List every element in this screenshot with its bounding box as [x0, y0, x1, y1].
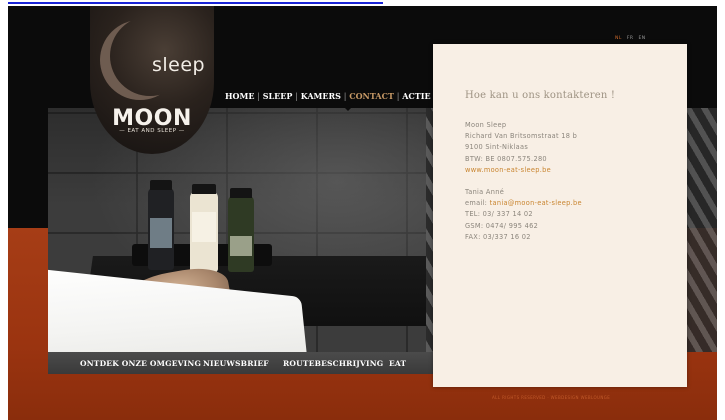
- vat-number: BTW: BE 0807.575.280: [465, 154, 547, 163]
- bottle-icon: [148, 180, 174, 270]
- website-link[interactable]: www.moon-eat-sleep.be: [465, 165, 582, 176]
- bottom-nav-item-routebeschrijving[interactable]: ROUTEBESCHRIJVING: [283, 359, 383, 368]
- company-name: Moon Sleep: [465, 121, 507, 129]
- logo-tagline: — EAT AND SLEEP —: [119, 128, 185, 134]
- bottom-nav-item-nieuwsbrief[interactable]: NIEUWSBRIEF: [203, 359, 269, 368]
- moon-sleep-logo[interactable]: sleep MOON — EAT AND SLEEP —: [90, 6, 214, 154]
- nav-separator: |: [295, 92, 298, 101]
- lang-en[interactable]: EN: [638, 36, 645, 41]
- contact-person: Tania Anné: [465, 188, 505, 197]
- logo-sleep-text: sleep: [152, 54, 206, 76]
- email-label: email:: [465, 199, 490, 208]
- email-line: email: tania@moon-eat-sleep.be: [465, 198, 582, 209]
- contact-panel: Hoe kan u ons kontakteren ! Moon Sleep R…: [433, 44, 687, 387]
- bottle-icon: [190, 184, 218, 272]
- telephone: TEL: 03/ 337 14 02: [465, 210, 533, 219]
- nav-home[interactable]: HOME: [225, 91, 254, 101]
- bottom-nav: ONTDEK ONZE OMGEVING NIEUWSBRIEF ROUTEBE…: [48, 352, 433, 374]
- city-address: 9100 Sint-Niklaas: [465, 143, 529, 152]
- footer-credits[interactable]: ALL RIGHTS RESERVED · WEBDESIGN WEBLOUNG…: [492, 395, 610, 400]
- gsm: GSM: 0474/ 995 462: [465, 221, 539, 230]
- nav-actie[interactable]: ACTIE: [402, 91, 430, 101]
- bottom-nav-item-ontdek[interactable]: ONTDEK ONZE OMGEVING: [80, 359, 201, 368]
- nav-kamers[interactable]: KAMERS: [301, 91, 341, 101]
- nav-separator: |: [396, 92, 400, 101]
- hero-photo: [48, 108, 433, 352]
- page-canvas: ONTDEK ONZE OMGEVING NIEUWSBRIEF ROUTEBE…: [8, 6, 717, 420]
- fax: FAX: 03/337 16 02: [465, 232, 531, 241]
- bottom-nav-item-eat[interactable]: EAT: [389, 359, 406, 368]
- nav-separator: |: [257, 92, 260, 101]
- nav-sleep[interactable]: SLEEP: [263, 91, 293, 101]
- bottle-icon: [228, 188, 254, 272]
- language-switcher: NL FR EN: [615, 36, 649, 41]
- top-link-bar[interactable]: [8, 0, 383, 4]
- contact-title: Hoe kan u ons kontakteren !: [465, 90, 616, 101]
- nav-contact[interactable]: CONTACT: [349, 91, 394, 101]
- nav-pointer-arrow-icon: [344, 107, 352, 111]
- lang-fr[interactable]: FR: [627, 36, 634, 41]
- street-address: Richard Van Britsomstraat 18 b: [465, 132, 578, 141]
- lang-nl[interactable]: NL: [615, 36, 622, 41]
- contact-details: Moon Sleep Richard Van Britsomstraat 18 …: [465, 120, 582, 243]
- email-link[interactable]: tania@moon-eat-sleep.be: [490, 199, 582, 207]
- nav-separator: |: [343, 92, 347, 101]
- main-nav: HOME | SLEEP | KAMERS | CONTACT | ACTIE: [225, 91, 431, 101]
